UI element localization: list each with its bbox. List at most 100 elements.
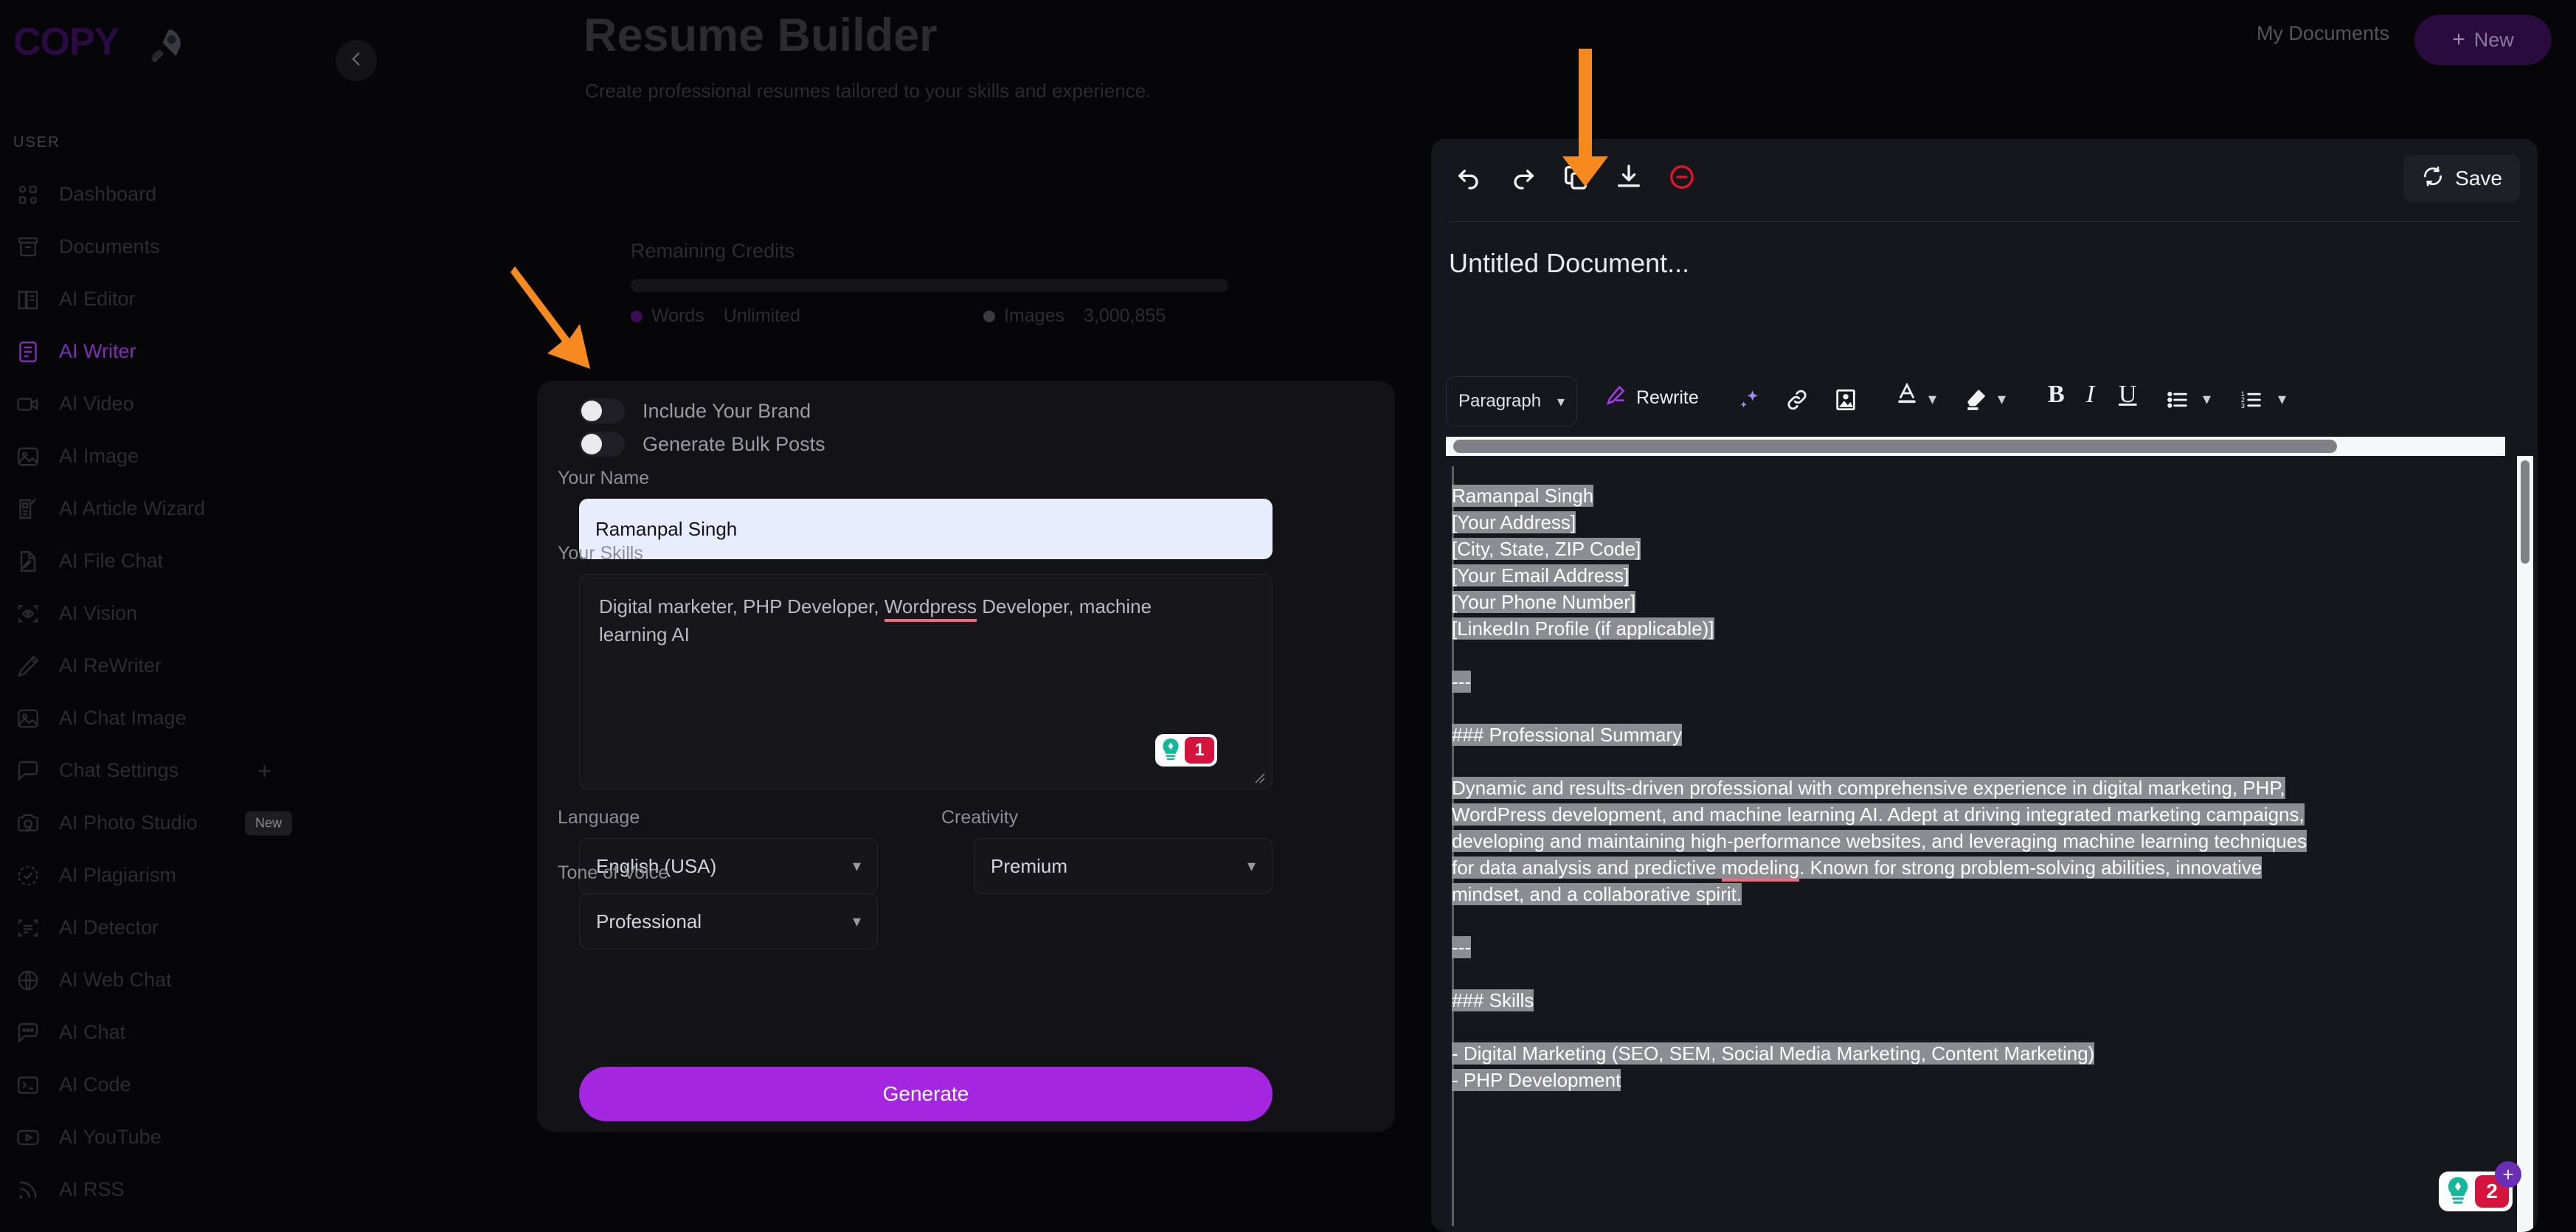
sidebar-item-ai-rewriter[interactable]: AI ReWriter bbox=[0, 640, 310, 692]
underline-icon[interactable]: U bbox=[2119, 381, 2137, 409]
chevron-down-icon: ▾ bbox=[852, 912, 861, 930]
numbered-list-icon[interactable]: 123 bbox=[2234, 382, 2269, 418]
textarea-resize-handle[interactable] bbox=[1250, 768, 1266, 784]
chevron-down-icon[interactable]: ▾ bbox=[1928, 390, 1936, 409]
sidebar-collapse-button[interactable] bbox=[336, 40, 377, 81]
sidebar-item-ai-web-chat[interactable]: AI Web Chat bbox=[0, 954, 310, 1006]
sidebar-item-ai-file-chat[interactable]: AI File Chat bbox=[0, 535, 310, 587]
sidebar-item-ai-plagiarism[interactable]: AI Plagiarism bbox=[0, 849, 310, 901]
doc-paragraph: Dynamic and results-driven professional … bbox=[1452, 775, 2322, 907]
image-insert-icon[interactable] bbox=[1828, 382, 1863, 418]
bold-icon[interactable]: B bbox=[2048, 381, 2065, 409]
bullet-list-icon[interactable] bbox=[2160, 382, 2195, 418]
pencil-icon bbox=[13, 651, 43, 681]
sidebar-item-ai-code[interactable]: AI Code bbox=[0, 1059, 310, 1111]
sidebar-item-ai-writer[interactable]: AI Writer bbox=[0, 325, 310, 378]
tone-of-voice-select[interactable]: Professional ▾ bbox=[579, 893, 878, 949]
sidebar-item-ai-editor[interactable]: AI Editor bbox=[0, 273, 310, 325]
camera-check-icon bbox=[13, 809, 43, 838]
sidebar-item-ai-detector[interactable]: AI Detector bbox=[0, 901, 310, 954]
add-chat-icon[interactable]: + bbox=[257, 759, 271, 783]
include-brand-toggle[interactable] bbox=[579, 398, 625, 423]
chat-dots-icon bbox=[13, 1018, 43, 1048]
grammarly-plus-icon[interactable]: + bbox=[2495, 1161, 2521, 1188]
doc-line-text: - PHP Development bbox=[1452, 1069, 1621, 1091]
doc-line: [City, State, ZIP Code] bbox=[1452, 536, 2505, 562]
your-name-input[interactable] bbox=[579, 499, 1273, 559]
sidebar-item-documents[interactable]: Documents bbox=[0, 221, 310, 273]
sidebar-item-label: AI RSS bbox=[59, 1178, 125, 1200]
credits-title: Remaining Credits bbox=[631, 240, 795, 262]
page-title: Resume Builder bbox=[584, 10, 938, 61]
credits-progress-bar bbox=[631, 279, 1228, 292]
sidebar-item-label: AI Web Chat bbox=[59, 969, 172, 991]
sidebar-item-ai-photo-studio[interactable]: AI Photo Studio New bbox=[0, 797, 310, 849]
your-skills-value: Digital marketer, PHP Developer, Wordpre… bbox=[599, 592, 1189, 648]
sidebar-item-label: AI Code bbox=[59, 1073, 131, 1096]
redo-icon[interactable] bbox=[1502, 156, 1543, 198]
generate-bulk-toggle[interactable] bbox=[579, 432, 625, 457]
save-button[interactable]: Save bbox=[2403, 155, 2520, 202]
doc-list-item: - Digital Marketing (SEO, SEM, Social Me… bbox=[1452, 1040, 2505, 1067]
sidebar-item-ai-chat-image[interactable]: AI Chat Image bbox=[0, 692, 310, 744]
sidebar-item-ai-video[interactable]: AI Video bbox=[0, 378, 310, 430]
sidebar-item-label: AI Article Wizard bbox=[59, 497, 206, 519]
generate-button[interactable]: Generate bbox=[579, 1067, 1273, 1121]
download-icon[interactable] bbox=[1608, 156, 1649, 198]
arrow-to-form-card bbox=[509, 262, 605, 376]
chevron-down-icon[interactable]: ▾ bbox=[1998, 390, 2006, 409]
editor-horizontal-scrollbar[interactable] bbox=[1446, 437, 2505, 456]
doc-line-text: --- bbox=[1452, 936, 1471, 958]
sidebar-item-ai-chat[interactable]: AI Chat bbox=[0, 1006, 310, 1059]
sidebar-nav: Dashboard Documents AI Editor AI Writer … bbox=[0, 168, 310, 1216]
tone-of-voice-value: Professional bbox=[596, 910, 702, 932]
scrollbar-thumb[interactable] bbox=[1453, 440, 2337, 453]
my-documents-link[interactable]: My Documents bbox=[2257, 22, 2389, 45]
sync-icon bbox=[2421, 165, 2445, 193]
paragraph-style-select[interactable]: Paragraph ▾ bbox=[1446, 376, 1577, 426]
highlighter-icon[interactable] bbox=[1958, 382, 1993, 418]
rewrite-button[interactable]: Rewrite bbox=[1604, 384, 1699, 412]
include-brand-row: Include Your Brand bbox=[579, 398, 811, 423]
generate-bulk-row: Generate Bulk Posts bbox=[579, 432, 825, 457]
document-title[interactable]: Untitled Document... bbox=[1449, 248, 1689, 279]
grammarly-badge[interactable]: 1 bbox=[1155, 734, 1217, 766]
undo-icon[interactable] bbox=[1449, 156, 1490, 198]
doc-line-text: [Your Address] bbox=[1452, 511, 1576, 533]
your-skills-textarea[interactable]: Digital marketer, PHP Developer, Wordpre… bbox=[579, 574, 1273, 789]
doc-horizontal-rule: --- bbox=[1452, 934, 2505, 961]
sparkle-icon[interactable] bbox=[1731, 382, 1766, 418]
editor-toolbar: Save bbox=[1431, 139, 2538, 221]
document-content[interactable]: Ramanpal Singh [Your Address] [City, Sta… bbox=[1446, 456, 2505, 1232]
doc-line: [Your Email Address] bbox=[1452, 562, 2505, 589]
editor-vertical-scrollbar[interactable] bbox=[2517, 456, 2533, 1232]
sidebar-item-dashboard[interactable]: Dashboard bbox=[0, 168, 310, 221]
chevron-down-icon[interactable]: ▾ bbox=[2203, 390, 2211, 409]
sidebar: COPY USER Dashboard Documents AI Editor … bbox=[0, 0, 310, 1232]
sidebar-item-ai-image[interactable]: AI Image bbox=[0, 430, 310, 482]
delete-circle-icon[interactable] bbox=[1661, 156, 1703, 198]
grammarly-badge[interactable]: 2 + bbox=[2439, 1161, 2521, 1211]
sidebar-item-ai-vision[interactable]: AI Vision bbox=[0, 587, 310, 640]
sidebar-item-label: Dashboard bbox=[59, 183, 157, 205]
creativity-select[interactable]: Premium ▾ bbox=[974, 838, 1273, 894]
text-color-icon[interactable] bbox=[1894, 381, 1919, 412]
sidebar-item-ai-article-wizard[interactable]: AI Article Wizard bbox=[0, 482, 310, 535]
copy-icon[interactable] bbox=[1555, 156, 1596, 198]
doc-misspelled-word: modeling bbox=[1721, 856, 1800, 882]
sidebar-item-label: AI ReWriter bbox=[59, 654, 162, 676]
sidebar-item-chat-settings[interactable]: Chat Settings + bbox=[0, 744, 310, 797]
doc-line-text: --- bbox=[1452, 671, 1471, 693]
new-document-button[interactable]: + New bbox=[2414, 15, 2552, 65]
sidebar-item-ai-rss[interactable]: AI RSS bbox=[0, 1163, 310, 1216]
scrollbar-thumb[interactable] bbox=[2521, 460, 2530, 564]
sidebar-item-ai-youtube[interactable]: AI YouTube bbox=[0, 1111, 310, 1163]
chevron-down-icon[interactable]: ▾ bbox=[2278, 390, 2286, 409]
credits-words-label: Words bbox=[651, 305, 704, 326]
italic-icon[interactable]: I bbox=[2086, 381, 2094, 409]
grid-icon bbox=[13, 180, 43, 210]
app-logo[interactable]: COPY bbox=[13, 15, 220, 96]
toggle-knob bbox=[581, 401, 602, 421]
link-icon[interactable] bbox=[1779, 382, 1815, 418]
